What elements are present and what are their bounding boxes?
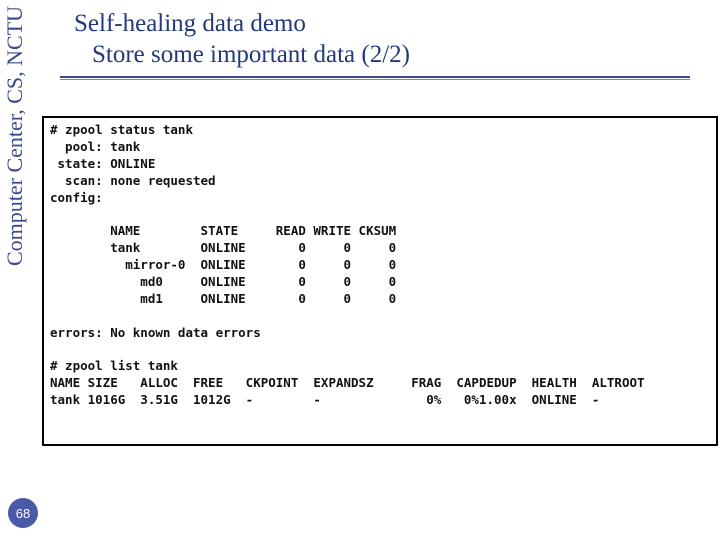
slide-title: Self-healing data demo Store some import… (74, 8, 410, 71)
slide-title-line1: Self-healing data demo (74, 8, 410, 39)
slide-title-line2: Store some important data (2/2) (74, 39, 410, 70)
terminal-output: # zpool status tank pool: tank state: ON… (42, 116, 718, 446)
page-number-badge: 68 (8, 498, 38, 528)
title-underline (60, 76, 690, 80)
sidebar-org-label: Computer Center, CS, NCTU (2, 6, 28, 266)
